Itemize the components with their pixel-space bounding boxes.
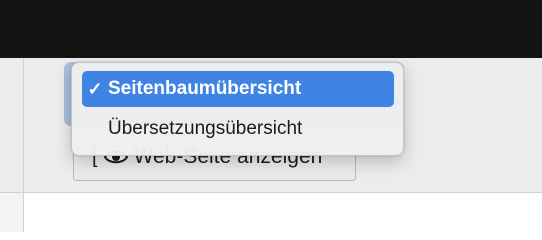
menu-item-label: Übersetzungsübersicht [108, 118, 303, 139]
content-area [24, 193, 542, 232]
checkmark-icon: ✓ [87, 78, 103, 99]
menu-item-uebersetzung[interactable]: Übersetzungsübersicht [82, 111, 394, 147]
view-dropdown-menu: ✓ Seitenbaumübersicht Übersetzungsübersi… [71, 62, 404, 156]
window-top-bar [0, 0, 542, 58]
menu-item-seitenbaum[interactable]: ✓ Seitenbaumübersicht [82, 71, 394, 107]
menu-item-label: Seitenbaumübersicht [108, 78, 302, 99]
sidebar-strip [0, 193, 23, 232]
